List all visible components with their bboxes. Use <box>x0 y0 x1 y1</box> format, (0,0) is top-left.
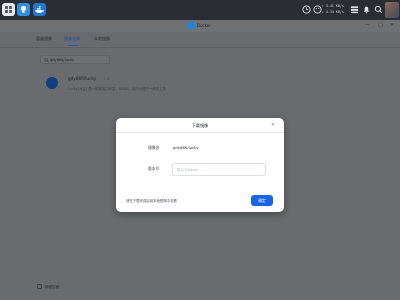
docker-logo-icon <box>188 22 195 29</box>
app-launcher-icon[interactable] <box>2 3 15 16</box>
hide-containers-checkbox[interactable]: 隐藏容器 <box>37 284 59 290</box>
network-speed: ↑ 3.41 KB/s ↓ 4.34 KB/s <box>322 3 352 15</box>
checkbox-label: 隐藏容器 <box>45 285 60 289</box>
server-icon[interactable] <box>350 5 359 14</box>
tag-field[interactable] <box>172 163 266 176</box>
list-item[interactable]: gdy666/lucky ☆ 0 Lucky(大吉) 是一款集端口转发、DDNS… <box>46 72 306 96</box>
tab-registry[interactable]: 镜像仓库 <box>64 36 80 42</box>
image-name: gdy666/lucky <box>68 76 97 81</box>
window-title: Docker <box>197 23 212 28</box>
lightbulb-icon[interactable] <box>17 3 30 16</box>
taskbar: ↑ 3.41 KB/s ↓ 4.34 KB/s <box>0 0 400 20</box>
bell-icon[interactable] <box>362 5 371 14</box>
image-avatar <box>46 77 58 89</box>
docker-whale-icon[interactable] <box>33 3 46 16</box>
search-icon <box>44 57 49 63</box>
tag-label: 版本号 <box>148 166 160 171</box>
download-image-dialog: 下载镜像 ✕ 镜像名 gdy666/lucky 版本号 请在下载完成后到本地镜像… <box>116 118 284 212</box>
tab-containers[interactable]: 容器镜像 <box>36 36 52 42</box>
user-avatar[interactable] <box>385 2 399 18</box>
image-description: Lucky(大吉) 是一款集端口转发、DDNS、反向代理于一体的工具 <box>68 87 166 91</box>
search-icon[interactable] <box>374 5 383 14</box>
tab-bar: 容器镜像 镜像仓库 本地镜像 <box>0 32 400 46</box>
close-window-icon[interactable]: ✕ <box>390 22 394 29</box>
confirm-button[interactable]: 确定 <box>251 195 273 206</box>
download-speed: ↓ 4.34 KB/s <box>322 10 344 14</box>
smiley-icon[interactable] <box>313 5 322 14</box>
image-name-label: 镜像名 <box>148 145 160 150</box>
maximize-icon[interactable]: □ <box>378 22 383 29</box>
search-value: gdy666/lucky <box>50 58 75 62</box>
dialog-title: 下载镜像 <box>191 123 209 128</box>
close-icon[interactable]: ✕ <box>271 122 275 129</box>
clock-icon[interactable] <box>302 5 311 14</box>
tab-local-images[interactable]: 本地镜像 <box>94 36 110 42</box>
registry-search-input[interactable]: gdy666/lucky <box>40 55 110 64</box>
dialog-hint: 请在下载完成后到本地镜像中查看 <box>126 199 177 203</box>
window-titlebar: Docker — □ ✕ <box>0 20 400 32</box>
tab-divider <box>0 47 400 48</box>
active-tab-indicator <box>68 45 78 46</box>
dialog-divider <box>116 132 284 133</box>
minimize-icon[interactable]: — <box>365 22 370 29</box>
image-name-value: gdy666/lucky <box>173 145 199 150</box>
tag-input[interactable] <box>177 167 261 173</box>
star-count: ☆ 0 <box>103 77 110 81</box>
checkbox-box[interactable] <box>37 284 42 289</box>
